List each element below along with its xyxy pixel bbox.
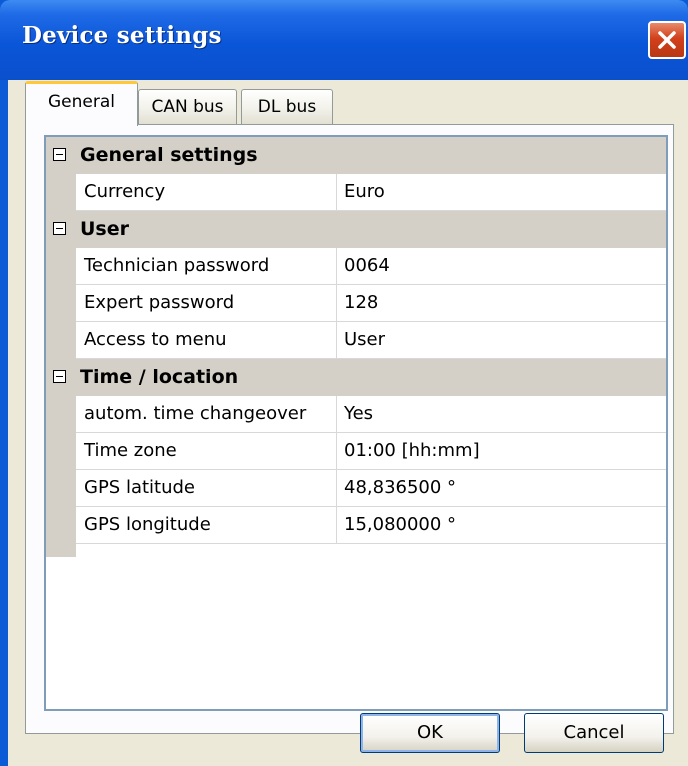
property-row-gps-longitude[interactable]: GPS longitude 15,080000 ° <box>76 507 666 544</box>
property-name: Access to menu <box>84 329 227 350</box>
property-name: Technician password <box>84 255 270 276</box>
device-settings-dialog: Device settings General CAN bus DL bus G… <box>0 0 688 766</box>
property-row-autom-time-changeover[interactable]: autom. time changeover Yes <box>76 396 666 433</box>
ok-button[interactable]: OK <box>360 713 500 753</box>
property-name: Time zone <box>84 440 177 461</box>
property-value[interactable]: User <box>344 322 385 358</box>
property-value[interactable]: 48,836500 ° <box>344 470 456 506</box>
property-grid-gutter <box>46 137 76 557</box>
column-divider <box>336 507 337 543</box>
column-divider <box>336 174 337 210</box>
property-value[interactable]: 01:00 [hh:mm] <box>344 433 480 469</box>
dialog-client-area: General CAN bus DL bus General settings … <box>8 80 688 766</box>
property-row-gps-latitude[interactable]: GPS latitude 48,836500 ° <box>76 470 666 507</box>
column-divider <box>336 248 337 284</box>
title-bar[interactable]: Device settings <box>0 0 688 80</box>
property-grid: General settings Currency Euro User Tech… <box>44 135 668 711</box>
property-row-currency[interactable]: Currency Euro <box>76 174 666 211</box>
column-divider <box>336 285 337 321</box>
property-value[interactable]: Yes <box>344 396 373 432</box>
category-label: General settings <box>80 144 258 166</box>
column-divider <box>336 322 337 358</box>
column-divider <box>336 396 337 432</box>
column-divider <box>336 433 337 469</box>
property-row-access-to-menu[interactable]: Access to menu User <box>76 322 666 359</box>
collapse-icon[interactable] <box>53 370 66 383</box>
category-user[interactable]: User <box>46 211 666 248</box>
cancel-button[interactable]: Cancel <box>524 713 664 753</box>
tab-general[interactable]: General <box>25 81 138 126</box>
property-name: Currency <box>84 181 166 202</box>
category-general-settings[interactable]: General settings <box>46 137 666 174</box>
property-name: Expert password <box>84 292 235 313</box>
property-value[interactable]: Euro <box>344 174 385 210</box>
category-label: User <box>80 218 129 240</box>
tab-dl-bus[interactable]: DL bus <box>241 89 333 124</box>
property-name: GPS latitude <box>84 477 196 498</box>
property-value[interactable]: 0064 <box>344 248 390 284</box>
collapse-icon[interactable] <box>53 222 66 235</box>
dialog-title: Device settings <box>22 22 222 49</box>
property-row-technician-password[interactable]: Technician password 0064 <box>76 248 666 285</box>
property-name: autom. time changeover <box>84 403 307 424</box>
tab-panel-general: General settings Currency Euro User Tech… <box>25 124 674 734</box>
property-row-time-zone[interactable]: Time zone 01:00 [hh:mm] <box>76 433 666 470</box>
category-time-location[interactable]: Time / location <box>46 359 666 396</box>
column-divider <box>336 470 337 506</box>
close-button[interactable] <box>648 21 686 59</box>
collapse-icon[interactable] <box>53 148 66 161</box>
property-name: GPS longitude <box>84 514 211 535</box>
tab-can-bus[interactable]: CAN bus <box>138 89 237 124</box>
close-icon <box>658 31 676 49</box>
category-label: Time / location <box>80 366 239 388</box>
property-row-expert-password[interactable]: Expert password 128 <box>76 285 666 322</box>
property-value[interactable]: 15,080000 ° <box>344 507 456 543</box>
property-value[interactable]: 128 <box>344 285 378 321</box>
